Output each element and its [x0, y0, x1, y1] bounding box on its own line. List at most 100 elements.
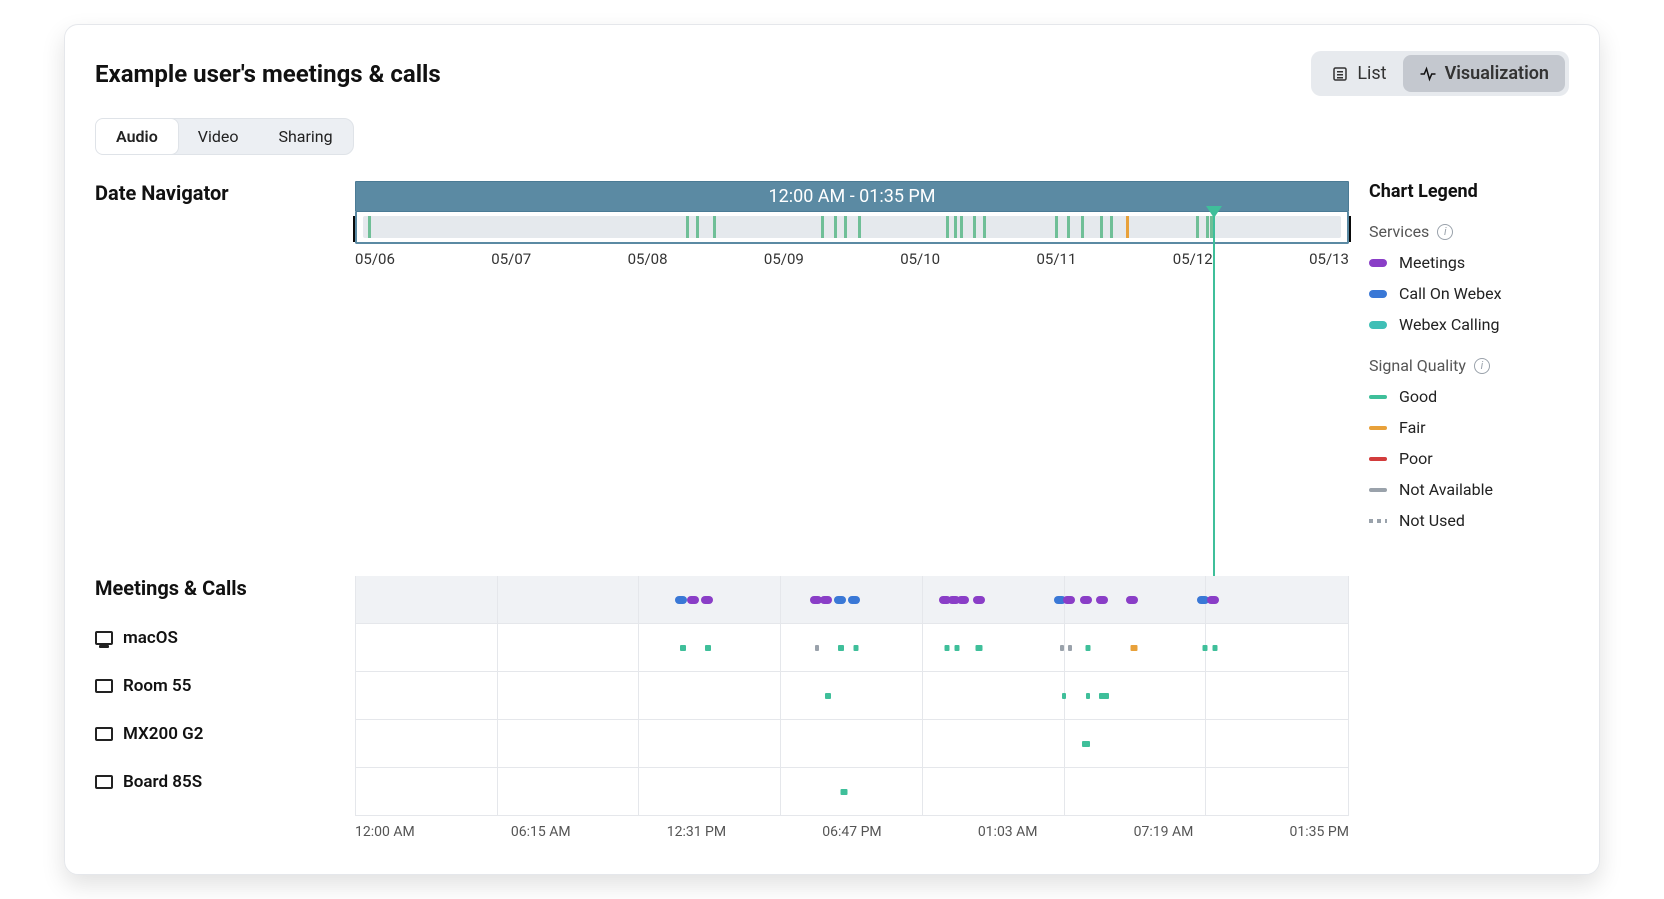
legend-swatch	[1369, 259, 1387, 267]
device-label: Room 55	[123, 676, 191, 696]
quality-tick[interactable]	[1086, 693, 1090, 699]
quality-tick[interactable]	[1060, 645, 1064, 651]
legend-item: Meetings	[1369, 253, 1569, 272]
troubleshooting-card: Example user's meetings & calls List Vis…	[64, 24, 1600, 875]
range-handle-left[interactable]	[353, 216, 355, 242]
date-range-bar[interactable]: 12:00 AM - 01:35 PM	[355, 181, 1349, 212]
nav-event-tick	[1100, 216, 1103, 238]
event-dot[interactable]	[1207, 596, 1219, 604]
legend-swatch	[1369, 519, 1387, 523]
nav-event-tick	[954, 216, 957, 238]
time-axis-label: 12:31 PM	[667, 824, 726, 840]
nav-event-tick	[858, 216, 861, 238]
date-axis-label: 05/08	[628, 250, 668, 268]
list-view-button[interactable]: List	[1315, 55, 1402, 92]
nav-event-tick	[960, 216, 963, 238]
info-icon[interactable]: i	[1474, 358, 1490, 374]
activity-icon	[1419, 65, 1437, 83]
nav-event-tick	[844, 216, 847, 238]
legend-swatch	[1369, 321, 1387, 329]
quality-tick[interactable]	[1213, 645, 1218, 651]
quality-tick[interactable]	[705, 645, 711, 651]
quality-tick[interactable]	[1099, 693, 1109, 699]
nav-event-tick	[1081, 216, 1084, 238]
quality-tick[interactable]	[1130, 645, 1137, 651]
nav-event-tick	[713, 216, 716, 238]
nav-event-tick	[368, 216, 371, 238]
visualization-view-label: Visualization	[1445, 63, 1549, 84]
page-title: Example user's meetings & calls	[95, 60, 441, 88]
legend-swatch	[1369, 290, 1387, 298]
quality-tick[interactable]	[825, 693, 831, 699]
date-axis-label: 05/13	[1309, 250, 1349, 268]
legend-item: Not Used	[1369, 511, 1569, 530]
date-nav-track[interactable]	[355, 212, 1349, 244]
date-axis-label: 05/12	[1173, 250, 1213, 268]
date-navigator[interactable]: 12:00 AM - 01:35 PM 05/0605/0705/0805/09…	[355, 181, 1349, 268]
events-header-row	[356, 576, 1348, 624]
legend-item-label: Not Available	[1399, 480, 1493, 499]
nav-event-tick	[1067, 216, 1070, 238]
device-label: macOS	[123, 628, 178, 648]
time-axis-label: 06:47 PM	[822, 824, 881, 840]
nav-event-tick	[696, 216, 699, 238]
nav-event-tick	[1206, 216, 1209, 238]
event-dot[interactable]	[675, 596, 687, 604]
quality-tick[interactable]	[1082, 741, 1090, 747]
range-handle-right[interactable]	[1349, 216, 1351, 242]
quality-tick[interactable]	[815, 645, 819, 651]
legend-swatch	[1369, 426, 1387, 430]
nav-event-tick	[686, 216, 689, 238]
legend-item-label: Poor	[1399, 449, 1433, 468]
quality-tick[interactable]	[841, 789, 848, 795]
event-dot[interactable]	[820, 596, 832, 604]
info-icon[interactable]: i	[1437, 224, 1453, 240]
quality-tick[interactable]	[955, 645, 960, 651]
device-row: macOS	[95, 614, 335, 662]
event-dot[interactable]	[1080, 596, 1092, 604]
device-row: MX200 G2	[95, 710, 335, 758]
quality-tick[interactable]	[1086, 645, 1091, 651]
meetings-calls-title: Meetings & Calls	[95, 576, 335, 600]
event-dot[interactable]	[1096, 596, 1108, 604]
desktop-icon	[95, 631, 113, 645]
event-dot[interactable]	[848, 596, 860, 604]
tab-video[interactable]: Video	[178, 119, 259, 154]
device-timeline-row	[356, 768, 1348, 816]
nav-event-tick	[834, 216, 837, 238]
date-axis-label: 05/07	[491, 250, 531, 268]
quality-tick[interactable]	[680, 645, 686, 651]
legend-item-label: Not Used	[1399, 511, 1465, 530]
event-dot[interactable]	[687, 596, 699, 604]
legend-item-label: Fair	[1399, 418, 1426, 437]
event-dot[interactable]	[1126, 596, 1138, 604]
legend-quality-label: Signal Quality	[1369, 356, 1466, 375]
quality-tick[interactable]	[1068, 645, 1072, 651]
event-dot[interactable]	[1063, 596, 1075, 604]
quality-tick[interactable]	[945, 645, 950, 651]
quality-tick[interactable]	[853, 645, 858, 651]
event-dot[interactable]	[973, 596, 985, 604]
event-dot[interactable]	[701, 596, 713, 604]
nav-event-tick	[1126, 216, 1129, 238]
device-screen-icon	[95, 775, 113, 789]
tab-audio[interactable]: Audio	[95, 118, 179, 155]
time-axis-label: 12:00 AM	[355, 824, 415, 840]
media-tabs: Audio Video Sharing	[95, 118, 354, 155]
quality-tick[interactable]	[838, 645, 844, 651]
time-axis-label: 07:19 AM	[1134, 824, 1194, 840]
legend-item: Webex Calling	[1369, 315, 1569, 334]
devices-column: Meetings & Calls macOSRoom 55MX200 G2Boa…	[95, 576, 335, 806]
tab-sharing[interactable]: Sharing	[258, 119, 352, 154]
quality-tick[interactable]	[975, 645, 982, 651]
quality-tick[interactable]	[1203, 645, 1208, 651]
event-dot[interactable]	[957, 596, 969, 604]
legend-swatch	[1369, 488, 1387, 492]
quality-tick[interactable]	[1062, 693, 1066, 699]
visualization-view-button[interactable]: Visualization	[1403, 55, 1565, 92]
chart-legend: Chart Legend Services i MeetingsCall On …	[1369, 181, 1569, 530]
event-dot[interactable]	[834, 596, 846, 604]
device-label: MX200 G2	[123, 724, 203, 744]
legend-item: Not Available	[1369, 480, 1569, 499]
legend-swatch	[1369, 395, 1387, 399]
